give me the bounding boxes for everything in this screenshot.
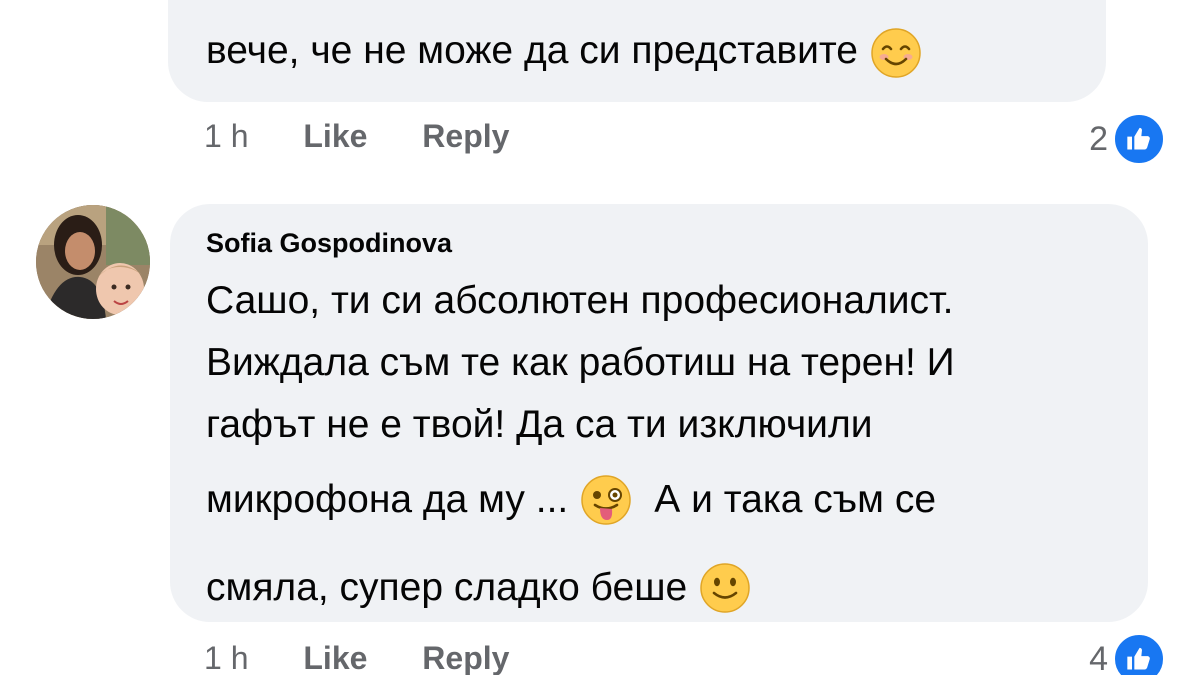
- comment-text-line: Виждала съм те как работиш на терен! И: [206, 341, 955, 384]
- comment-text: Сашо, ти си абсолютен професионалист. Ви…: [206, 270, 955, 632]
- comment-text-line: Сашо, ти си абсолютен професионалист.: [206, 279, 954, 322]
- comment-text-line: вече, че не може да си представите: [206, 20, 922, 82]
- reply-button[interactable]: Reply: [422, 640, 509, 675]
- reaction-count: 2: [1089, 119, 1108, 158]
- comment-timestamp[interactable]: 1 h: [204, 640, 248, 675]
- comment-actions: 1 h Like Reply: [204, 118, 509, 155]
- comment-author[interactable]: Sofia Gospodinova: [206, 228, 452, 259]
- like-thumb-icon: [1112, 112, 1166, 166]
- like-thumb-icon: [1112, 632, 1166, 675]
- avatar-photo: [36, 205, 150, 319]
- reaction-summary[interactable]: 4: [1089, 632, 1166, 675]
- comment-text-line: гафът не е твой! Да са ти изключили: [206, 403, 873, 446]
- comment-text-line: смяла, супер сладко беше: [206, 544, 955, 632]
- slightly-smiling-face-icon: [700, 563, 750, 613]
- like-button[interactable]: Like: [303, 118, 367, 154]
- avatar[interactable]: [36, 205, 150, 319]
- comment-text-line: микрофона да му ... А и така съм се: [206, 456, 955, 544]
- comment-thread: вече, че не може да си представите 1 h L…: [0, 0, 1200, 675]
- smiling-face-icon: [871, 27, 921, 78]
- comment-actions: 1 h Like Reply: [204, 640, 509, 675]
- comment-timestamp[interactable]: 1 h: [204, 118, 248, 154]
- reaction-summary[interactable]: 2: [1089, 112, 1166, 166]
- like-button[interactable]: Like: [303, 640, 367, 675]
- winking-face-with-tongue-icon: [581, 475, 632, 525]
- reply-button[interactable]: Reply: [422, 118, 509, 154]
- reaction-count: 4: [1089, 639, 1108, 675]
